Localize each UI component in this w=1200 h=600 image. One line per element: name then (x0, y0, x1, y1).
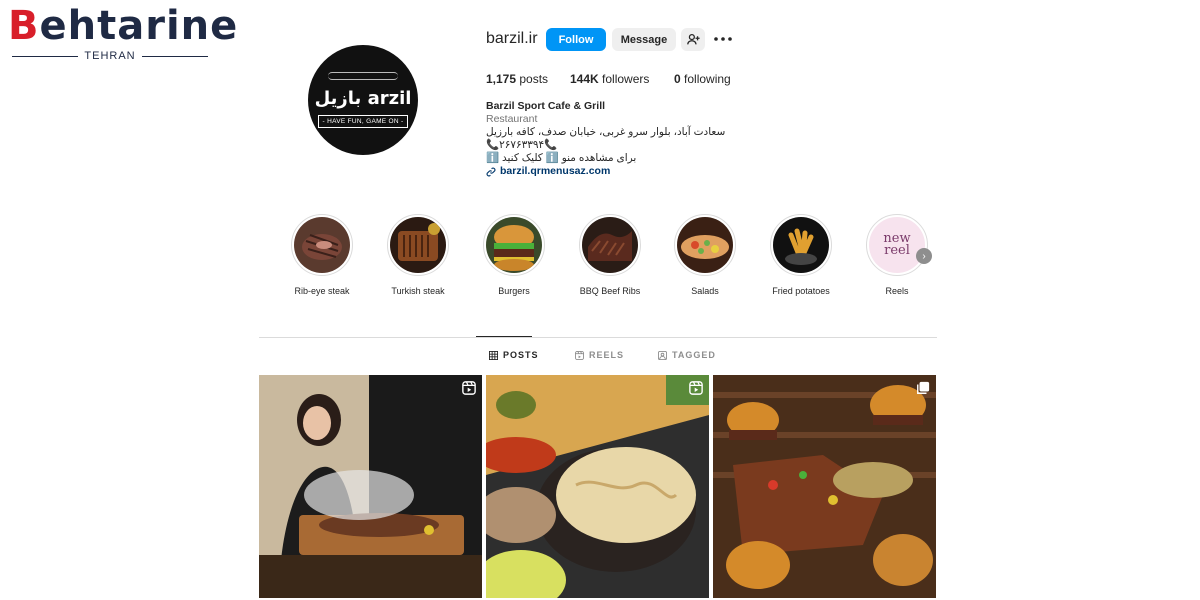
post-thumbnail[interactable] (259, 375, 482, 598)
watermark-wordmark: Behtarine (8, 3, 239, 49)
carousel-icon (916, 381, 930, 400)
posts-stat: 1,175 posts (486, 72, 549, 86)
grid-icon (489, 350, 498, 360)
profile-stats: 1,175 posts 144K followers 0 following (486, 72, 731, 86)
post-thumbnail[interactable] (486, 375, 709, 598)
post-thumbnail[interactable] (713, 375, 936, 598)
bio-link[interactable]: barzil.qrmenusaz.com (486, 165, 746, 178)
reel-icon (689, 381, 703, 400)
highlight-image (486, 217, 542, 273)
highlight-image (773, 217, 829, 273)
post-image (713, 375, 936, 598)
watermark-city: TEHRAN (84, 50, 136, 62)
highlight-image: new reel (869, 217, 925, 273)
link-icon (486, 167, 496, 176)
tab-posts[interactable]: POSTS (489, 350, 539, 360)
highlight-image (390, 217, 446, 273)
chevron-right-icon: › (922, 250, 926, 262)
highlight-rib-eye-steak[interactable]: Rib-eye steak (282, 214, 362, 296)
highlight-salads[interactable]: Salads (665, 214, 745, 296)
bio-name: Barzil Sport Cafe & Grill (486, 100, 606, 112)
following-stat[interactable]: 0 following (674, 72, 731, 86)
profile-username: barzil.ir (486, 30, 538, 47)
followers-stat[interactable]: 144K followers (570, 72, 674, 86)
follow-button[interactable]: Follow (546, 28, 606, 51)
bio-category: Restaurant (486, 113, 538, 125)
active-tab-indicator (476, 336, 532, 337)
more-icon (714, 37, 732, 41)
highlights-next-button[interactable]: › (916, 248, 932, 264)
reels-icon (575, 350, 584, 360)
highlight-bbq-beef-ribs[interactable]: BBQ Beef Ribs (570, 214, 650, 296)
add-user-icon (686, 33, 700, 45)
tabs-divider (259, 337, 937, 338)
tagged-icon (658, 350, 667, 360)
highlight-image (294, 217, 350, 273)
bio-address: سعادت آباد، بلوار سرو غربی، خیابان صدف، … (486, 126, 726, 138)
highlight-fried-potatoes[interactable]: Fried potatoes (761, 214, 841, 296)
profile-bio: Barzil Sport Cafe & Grill Restaurant سعا… (486, 100, 746, 178)
tab-tagged[interactable]: TAGGED (658, 350, 716, 360)
post-image (486, 375, 709, 598)
avatar-tagline: - HAVE FUN, GAME ON - (317, 115, 409, 128)
message-button[interactable]: Message (612, 28, 676, 51)
highlight-burgers[interactable]: Burgers (474, 214, 554, 296)
bio-phone: 📞۲۶۷۶۳۳۹۴📞 (486, 139, 558, 151)
highlight-image (677, 217, 733, 273)
avatar-brand: بازیل arzil (314, 88, 412, 109)
highlight-turkish-steak[interactable]: Turkish steak (378, 214, 458, 296)
watermark-logo: Behtarine TEHRAN (8, 3, 239, 62)
tab-reels[interactable]: REELS (575, 350, 624, 360)
bio-menu: برای مشاهده منو ℹ️ کلیک کنید ℹ️ (486, 152, 637, 164)
profile-avatar[interactable]: بازیل arzil - HAVE FUN, GAME ON - (308, 45, 418, 155)
reel-icon (462, 381, 476, 400)
highlight-image (582, 217, 638, 273)
post-image (259, 375, 482, 598)
more-options-button[interactable] (712, 30, 734, 48)
suggested-users-button[interactable] (681, 28, 705, 51)
